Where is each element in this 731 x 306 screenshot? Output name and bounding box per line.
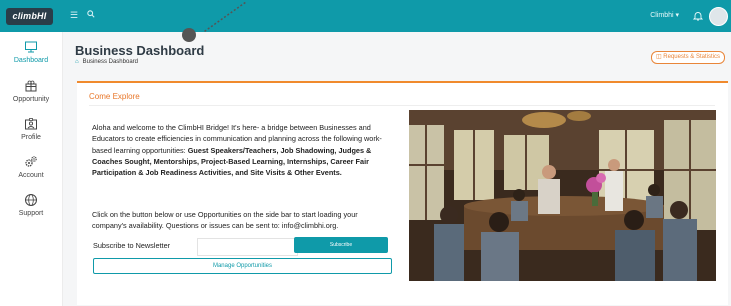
intro-paragraph: Aloha and welcome to the ClimbHI Bridge!… — [92, 122, 392, 178]
meeting-photo — [409, 110, 716, 281]
sidebar-item-label: Dashboard — [13, 57, 49, 64]
main-content: Business Dashboard ⌂ Business Dashboard ◫… — [63, 28, 731, 306]
sidebar-item-profile[interactable]: Profile — [0, 112, 62, 150]
gift-icon — [25, 80, 37, 92]
breadcrumb: ⌂ Business Dashboard — [75, 59, 138, 65]
search-icon[interactable] — [87, 10, 95, 20]
come-explore-card: Come Explore Aloha and welcome to the Cl… — [77, 81, 728, 305]
newsletter-email-input[interactable] — [197, 238, 298, 256]
hamburger-icon[interactable]: ☰ — [70, 10, 78, 21]
sidebar-item-label: Account — [18, 172, 44, 179]
sidebar-item-opportunity[interactable]: Opportunity — [0, 74, 62, 112]
gears-icon — [25, 156, 37, 167]
sidebar-item-support[interactable]: Support — [0, 188, 62, 226]
sidebar-item-dashboard[interactable]: Dashboard — [0, 35, 62, 73]
sidebar-item-label: Support — [18, 210, 44, 217]
sidebar-item-label: Profile — [21, 134, 41, 141]
card-title: Come Explore — [89, 92, 140, 101]
page-title: Business Dashboard — [75, 43, 205, 58]
breadcrumb-current: Business Dashboard — [82, 59, 138, 65]
annotation-dot — [182, 28, 196, 42]
sidebar: Dashboard Opportunity Profile Account Su… — [0, 32, 63, 306]
bell-icon[interactable] — [692, 8, 704, 21]
requests-statistics-button[interactable]: ◫ Requests & Statistics — [650, 51, 725, 64]
requests-statistics-label: Requests & Statistics — [663, 54, 720, 60]
user-menu[interactable]: Climbhi ▾ — [650, 11, 679, 19]
sidebar-item-label: Opportunity — [12, 96, 50, 103]
id-card-icon — [25, 118, 37, 130]
newsletter-label: Subscribe to Newsletter — [93, 241, 171, 250]
home-icon[interactable]: ⌂ — [75, 59, 79, 65]
top-navbar: climbHI ☰ Climbhi ▾ — [0, 0, 731, 32]
subscribe-button[interactable]: Subscribe — [294, 237, 388, 253]
user-avatar[interactable] — [709, 7, 728, 26]
sidebar-item-account[interactable]: Account — [0, 150, 62, 188]
monitor-icon — [25, 41, 37, 53]
page-header: Business Dashboard ⌂ Business Dashboard ◫… — [63, 28, 731, 80]
globe-icon — [25, 194, 37, 206]
card-divider — [89, 105, 715, 106]
cta-paragraph: Click on the button below or use Opportu… — [92, 210, 358, 231]
manage-opportunities-button[interactable]: Manage Opportunities — [93, 258, 392, 274]
climbhi-logo[interactable]: climbHI — [6, 8, 53, 25]
